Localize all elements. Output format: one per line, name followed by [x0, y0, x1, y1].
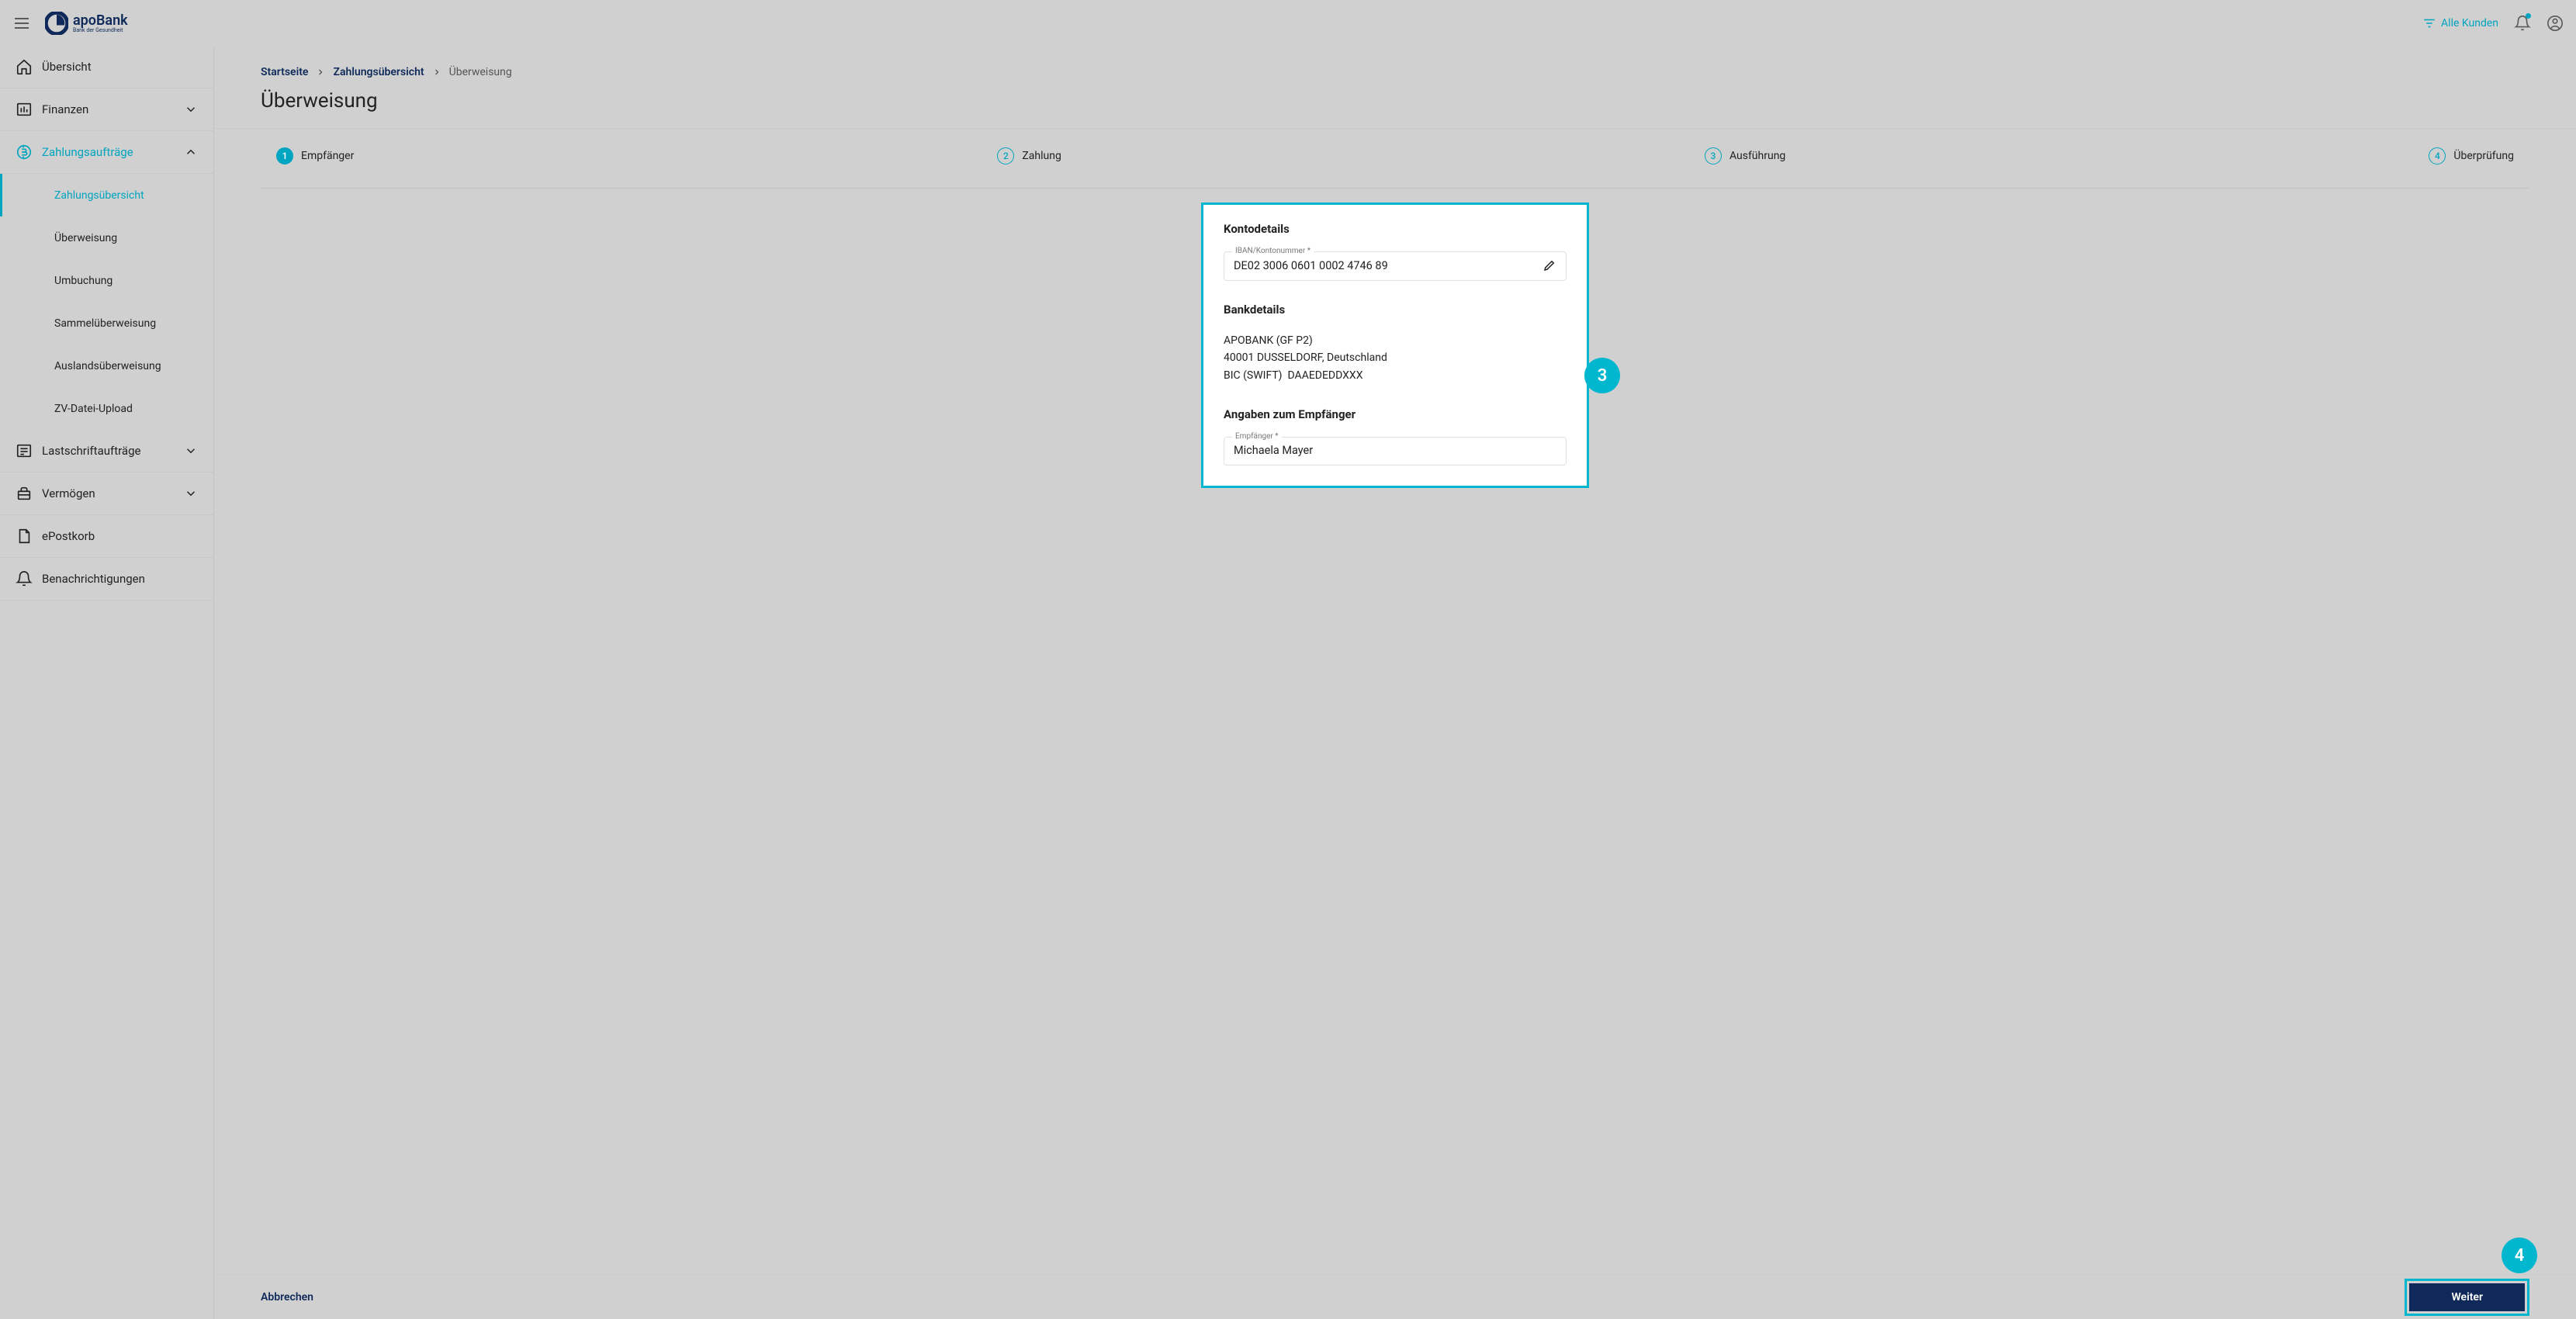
iban-value: DE02 3006 0601 0002 4746 89 — [1234, 259, 1542, 272]
recipient-form-card: Kontodetails IBAN/Kontonummer * DE02 300… — [1201, 203, 1589, 488]
section-title-account: Kontodetails — [1224, 222, 1567, 236]
sidebar-sub-transfer[interactable]: Überweisung — [0, 216, 213, 259]
home-icon — [16, 58, 33, 75]
sidebar-item-finances[interactable]: Finanzen — [0, 88, 213, 131]
pencil-icon[interactable] — [1542, 258, 1556, 272]
brand-logo[interactable]: apoBank Bank der Gesundheit — [45, 12, 128, 35]
document-icon — [16, 528, 33, 545]
sidebar-item-label: ePostkorb — [42, 529, 95, 543]
bank-name: APOBANK (GF P2) — [1224, 332, 1567, 349]
bell-icon — [16, 570, 33, 587]
sidebar-item-notifications[interactable]: Benachrichtigungen — [0, 558, 213, 601]
iban-label: IBAN/Kontonummer * — [1232, 247, 1314, 255]
hamburger-icon[interactable] — [12, 14, 31, 33]
finances-icon — [16, 101, 33, 118]
chevron-up-icon — [184, 145, 198, 159]
sidebar-item-label: Zahlungsaufträge — [42, 145, 133, 159]
chevron-right-icon — [316, 68, 325, 77]
section-title-bank: Bankdetails — [1224, 303, 1567, 317]
sidebar-sub-rebooking[interactable]: Umbuchung — [0, 259, 213, 302]
recipient-label: Empfänger * — [1232, 432, 1282, 441]
sidebar-item-label: Lastschriftaufträge — [42, 444, 140, 458]
notifications-icon[interactable] — [2514, 15, 2531, 32]
account-icon[interactable] — [2547, 15, 2564, 32]
step-review[interactable]: 4 Überprüfung — [2429, 147, 2514, 164]
sidebar-sub-payment-overview[interactable]: Zahlungsübersicht — [0, 174, 213, 216]
sidebar-item-label: Benachrichtigungen — [42, 572, 145, 586]
sidebar-item-label: Übersicht — [42, 60, 92, 74]
bank-city: 40001 DUSSELDORF, Deutschland — [1224, 349, 1567, 366]
assets-icon — [16, 485, 33, 502]
sidebar-item-direct-debit[interactable]: Lastschriftaufträge — [0, 430, 213, 473]
brand-tagline: Bank der Gesundheit — [73, 27, 128, 33]
breadcrumb: Startseite Zahlungsübersicht Überweisung — [261, 66, 2529, 78]
app-header: apoBank Bank der Gesundheit Alle Kunden — [0, 0, 2576, 46]
section-title-recipient: Angaben zum Empfänger — [1224, 407, 1567, 421]
sidebar-sub-file-upload[interactable]: ZV-Datei-Upload — [0, 387, 213, 430]
step-execution[interactable]: 3 Ausführung — [1705, 147, 1785, 164]
recipient-field[interactable]: Empfänger * Michaela Mayer — [1224, 437, 1567, 466]
iban-field[interactable]: IBAN/Kontonummer * DE02 3006 0601 0002 4… — [1224, 251, 1567, 281]
step-recipient[interactable]: 1 Empfänger — [276, 147, 354, 164]
customer-filter[interactable]: Alle Kunden — [2422, 16, 2498, 30]
sidebar-item-mailbox[interactable]: ePostkorb — [0, 515, 213, 558]
list-icon — [16, 442, 33, 459]
sidebar-item-payments[interactable]: Zahlungsaufträge — [0, 131, 213, 174]
chevron-down-icon — [184, 102, 198, 116]
step-payment[interactable]: 2 Zahlung — [997, 147, 1061, 164]
chevron-down-icon — [184, 444, 198, 458]
main-content: Startseite Zahlungsübersicht Überweisung… — [214, 46, 2576, 1319]
annotation-bubble-3: 3 — [1584, 358, 1620, 393]
breadcrumb-link-home[interactable]: Startseite — [261, 66, 308, 78]
chevron-right-icon — [432, 68, 441, 77]
divider — [261, 188, 2529, 189]
recipient-value: Michaela Mayer — [1234, 444, 1556, 457]
brand-name: apoBank — [73, 12, 128, 29]
footer-actions: Abbrechen Weiter 4 — [214, 1274, 2576, 1319]
sidebar-sub-foreign-transfer[interactable]: Auslandsüberweisung — [0, 344, 213, 387]
bank-bic-row: BIC (SWIFT) DAAEDEDDXXX — [1224, 367, 1567, 384]
payments-icon — [16, 144, 33, 161]
sidebar-sub-batch-transfer[interactable]: Sammelüberweisung — [0, 302, 213, 344]
next-button-highlight: Weiter — [2405, 1279, 2529, 1316]
annotation-bubble-4: 4 — [2502, 1238, 2537, 1273]
sidebar-item-label: Vermögen — [42, 486, 95, 500]
sidebar-item-assets[interactable]: Vermögen — [0, 473, 213, 515]
cancel-button[interactable]: Abbrechen — [261, 1291, 313, 1303]
sidebar: Übersicht Finanzen Zahlungsaufträge Zahl… — [0, 46, 214, 1319]
customer-filter-label: Alle Kunden — [2441, 17, 2498, 29]
breadcrumb-link-overview[interactable]: Zahlungsübersicht — [333, 66, 424, 78]
next-button[interactable]: Weiter — [2409, 1283, 2525, 1311]
notification-indicator — [2526, 13, 2531, 19]
sidebar-item-overview[interactable]: Übersicht — [0, 46, 213, 88]
chevron-down-icon — [184, 486, 198, 500]
breadcrumb-current: Überweisung — [449, 66, 512, 78]
page-title: Überweisung — [261, 89, 2529, 113]
wizard-stepper: 1 Empfänger 2 Zahlung 3 Ausführung 4 Übe… — [261, 147, 2529, 164]
sidebar-item-label: Finanzen — [42, 102, 88, 116]
